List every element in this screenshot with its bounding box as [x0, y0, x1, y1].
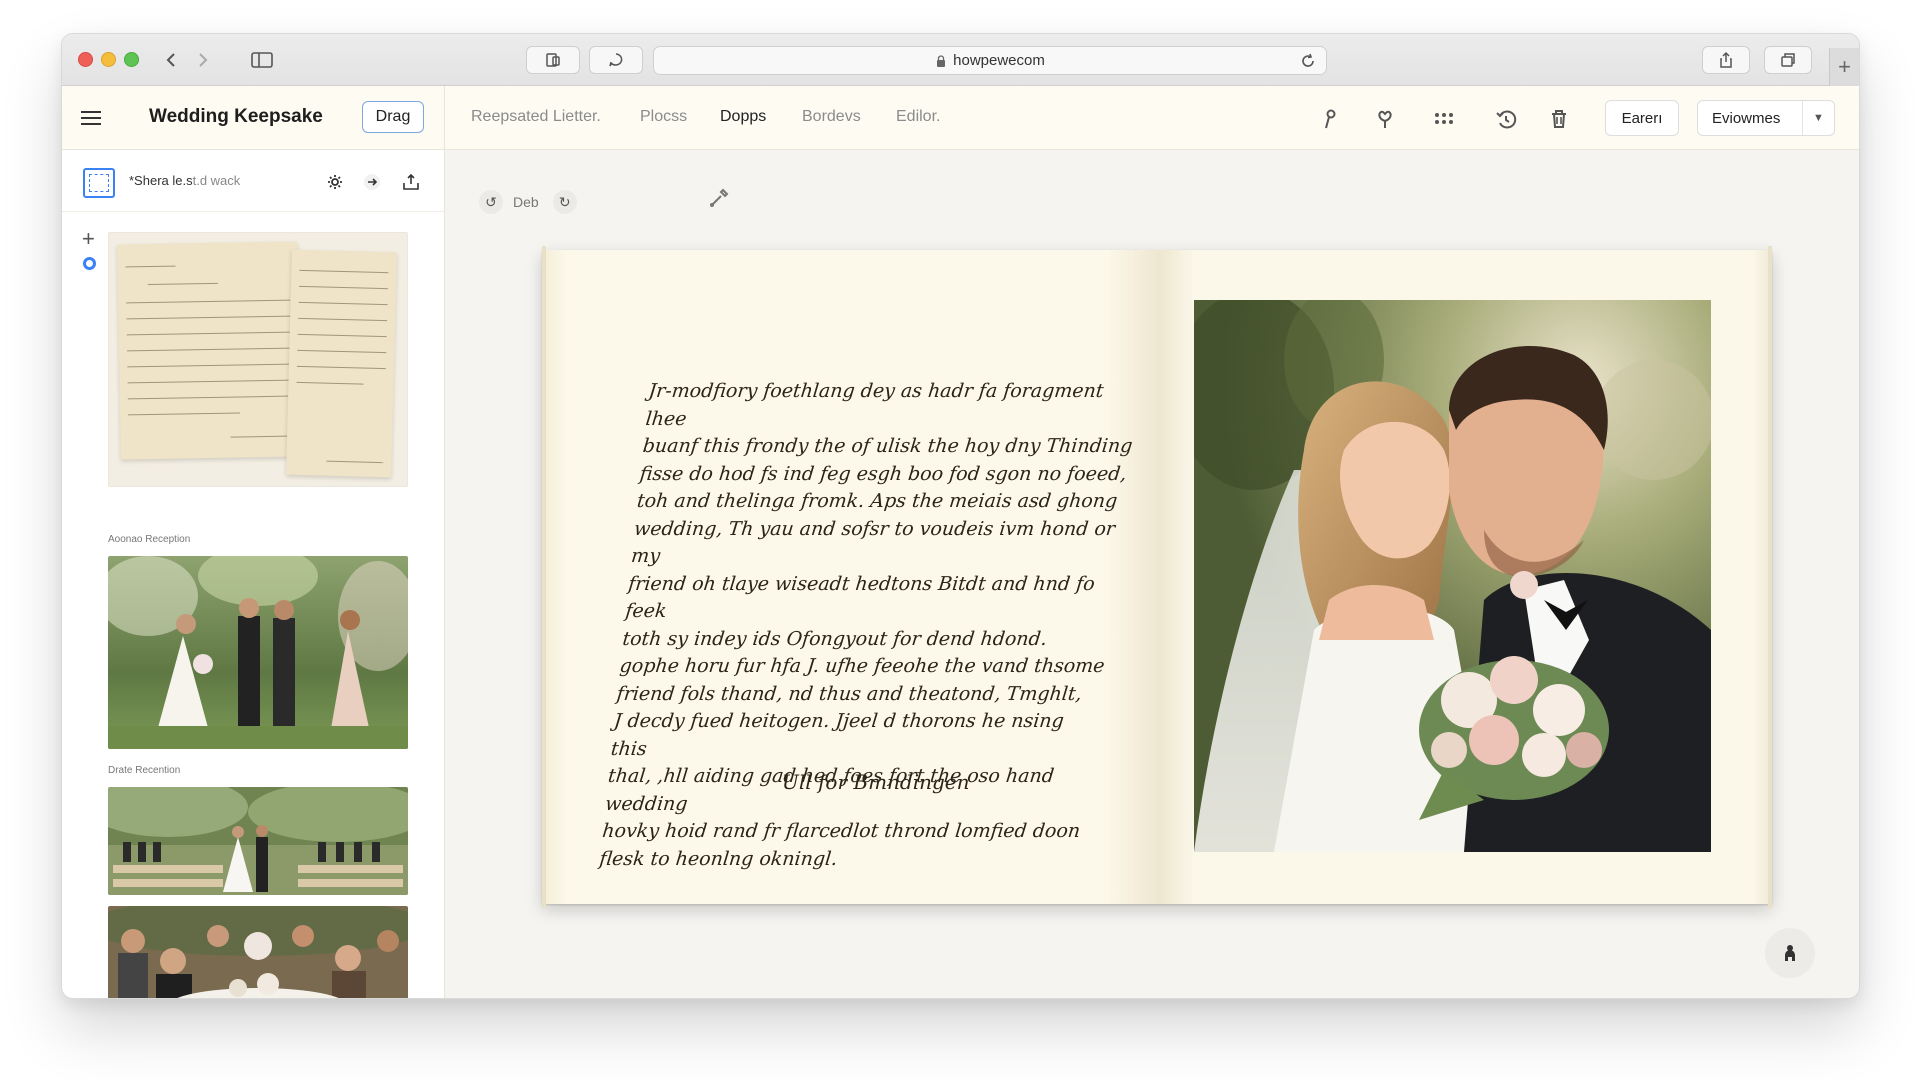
menu-tab-borders[interactable]: Bordevs — [802, 108, 861, 126]
page-thumbnail-ceremony[interactable] — [108, 556, 408, 749]
thumbnail-caption-2: Drate Recention — [108, 765, 181, 776]
url-text: howpewecom — [953, 52, 1045, 69]
person-icon — [1785, 945, 1795, 961]
rotate-left-icon[interactable]: ↺ — [479, 190, 503, 214]
page-edge-left — [542, 246, 560, 908]
browser-toolbar: howpewecom + — [62, 34, 1859, 86]
arrow-right-icon[interactable] — [362, 172, 382, 192]
share-icon — [1720, 51, 1732, 68]
sidebar-title-main: *Shera le.s — [129, 173, 193, 188]
pages-sidebar: *Shera le.st.d wack + Aoonao Reception D… — [62, 150, 445, 998]
flower-tool-icon[interactable] — [1373, 107, 1397, 131]
menu-tab-letter[interactable]: Reepsated Lietter. — [471, 108, 601, 126]
reader-button[interactable] — [526, 46, 580, 74]
sidebar-icon — [251, 52, 273, 68]
menu-tab-photos[interactable]: Plocss — [640, 108, 687, 126]
letter-line: toh and thelinga fromk. Aps the meiais a… — [635, 490, 1119, 512]
drag-button[interactable]: Drag — [362, 101, 424, 133]
address-bar[interactable]: howpewecom — [653, 46, 1327, 75]
new-tab-button[interactable]: + — [1829, 48, 1859, 86]
reader-icon — [546, 53, 560, 67]
reload-icon[interactable] — [1300, 53, 1316, 69]
menu-tab-drops[interactable]: Dopps — [720, 108, 766, 126]
sidebar-title-faded: t.d wack — [192, 173, 241, 188]
letter-line: Jr-modfiory foethlang dey as hadr fa for… — [644, 380, 1105, 430]
sidebar-title: *Shera le.st.d wack — [129, 173, 240, 188]
tabs-icon — [1781, 53, 1795, 67]
aisle-photo — [108, 787, 408, 895]
current-page-indicator — [83, 257, 96, 270]
hamburger-menu-icon[interactable] — [81, 110, 101, 126]
grid-dots-icon[interactable] — [1432, 107, 1456, 131]
chevron-left-icon — [166, 53, 175, 67]
letter-line: friend oh tlaye wiseadt hedtons Bitdt an… — [624, 572, 1096, 623]
menu-tab-editor[interactable]: Edilor. — [896, 108, 940, 126]
couple-photo-image — [1194, 300, 1711, 852]
letter-line: hovky hoid rand fr flarcedlot thrond lom… — [601, 820, 1082, 842]
letter-signature: Ull for Bmndingen — [782, 770, 970, 794]
trash-icon[interactable] — [1547, 107, 1571, 131]
letter-sheet-image-2 — [286, 249, 397, 478]
letter-line: flesk to heonlng okningl. — [598, 847, 839, 870]
eyedropper-icon[interactable] — [707, 184, 733, 210]
plus-icon: + — [1838, 54, 1851, 79]
settings-gear-icon[interactable] — [325, 172, 345, 192]
album-spread[interactable]: Jr-modfiory foethlang dey as hadr fa for… — [542, 246, 1772, 908]
undo-history-icon[interactable] — [1494, 107, 1518, 131]
close-window-button[interactable] — [78, 52, 93, 67]
minimize-window-button[interactable] — [101, 52, 116, 67]
letter-sheet-image — [117, 241, 301, 460]
pen-tool-icon[interactable] — [1318, 107, 1342, 131]
sidebar-toggle-button[interactable] — [242, 46, 282, 74]
lock-icon — [937, 54, 946, 67]
chat-bubble-icon — [609, 53, 623, 67]
letter-line: toth sy indey ids Ofongyout for dend hdo… — [621, 627, 1049, 650]
canvas-tool-label: Deb — [513, 194, 539, 210]
reception-photo — [108, 906, 408, 998]
add-page-icon[interactable]: + — [82, 228, 95, 250]
share-button[interactable] — [1702, 46, 1750, 74]
app-title: Wedding Keepsake — [149, 106, 323, 127]
app-header: Wedding Keepsake Drag Reepsated Lietter.… — [62, 86, 1859, 150]
canvas-tool-group: ↺ Deb ↻ — [479, 190, 577, 214]
ceremony-photo — [108, 556, 408, 749]
sidebar-toolbar: *Shera le.st.d wack — [62, 150, 444, 212]
extension-button[interactable] — [589, 46, 643, 74]
letter-line: gophe horu fur hfa J. ufhe feeohe the va… — [618, 655, 1106, 677]
upload-icon[interactable] — [401, 172, 421, 192]
handwritten-letter[interactable]: Jr-modfiory foethlang dey as hadr fa for… — [598, 378, 1140, 873]
letter-line: wedding, Th yau and sofsr to voudeis ivm… — [630, 517, 1117, 568]
forward-button[interactable] — [188, 46, 216, 74]
letter-line: fisse do hod fs ind feg esgh boo fod sgo… — [638, 462, 1128, 485]
help-button[interactable] — [1765, 928, 1815, 978]
view-dropdown[interactable]: Eviowmes ▼ — [1697, 100, 1835, 136]
select-frame-icon[interactable] — [83, 168, 115, 198]
back-button[interactable] — [158, 46, 186, 74]
browser-window: howpewecom + Wedding Keepsake Drag Reeps… — [61, 33, 1860, 999]
thumbnail-caption: Aoonao Reception — [108, 534, 191, 545]
caret-down-icon: ▼ — [1802, 101, 1834, 135]
page-thumbnail-aisle[interactable] — [108, 787, 408, 895]
export-button[interactable]: Earerı — [1605, 100, 1679, 136]
page-edge-right — [1758, 246, 1772, 908]
letter-line: J decdy fued heitogen. Jjeel d thorons h… — [609, 710, 1065, 760]
letter-line: buanf this frondy the of ulisk the hoy d… — [641, 435, 1134, 457]
page-thumbnail-letter[interactable] — [108, 232, 408, 487]
rotate-right-icon[interactable]: ↻ — [552, 190, 577, 214]
tab-overview-button[interactable] — [1764, 46, 1812, 74]
app-header-left: Wedding Keepsake Drag — [62, 86, 445, 150]
zoom-window-button[interactable] — [124, 52, 139, 67]
page-thumbnail-reception[interactable] — [108, 906, 408, 998]
editor-canvas[interactable]: ↺ Deb ↻ Jr-modfiory foethlang dey as had… — [445, 150, 1859, 998]
view-dropdown-label: Eviowmes — [1712, 109, 1781, 127]
letter-line: friend fols thand, nd thus and theatond,… — [615, 682, 1083, 705]
couple-photo[interactable] — [1194, 300, 1711, 852]
chevron-right-icon — [199, 53, 208, 67]
